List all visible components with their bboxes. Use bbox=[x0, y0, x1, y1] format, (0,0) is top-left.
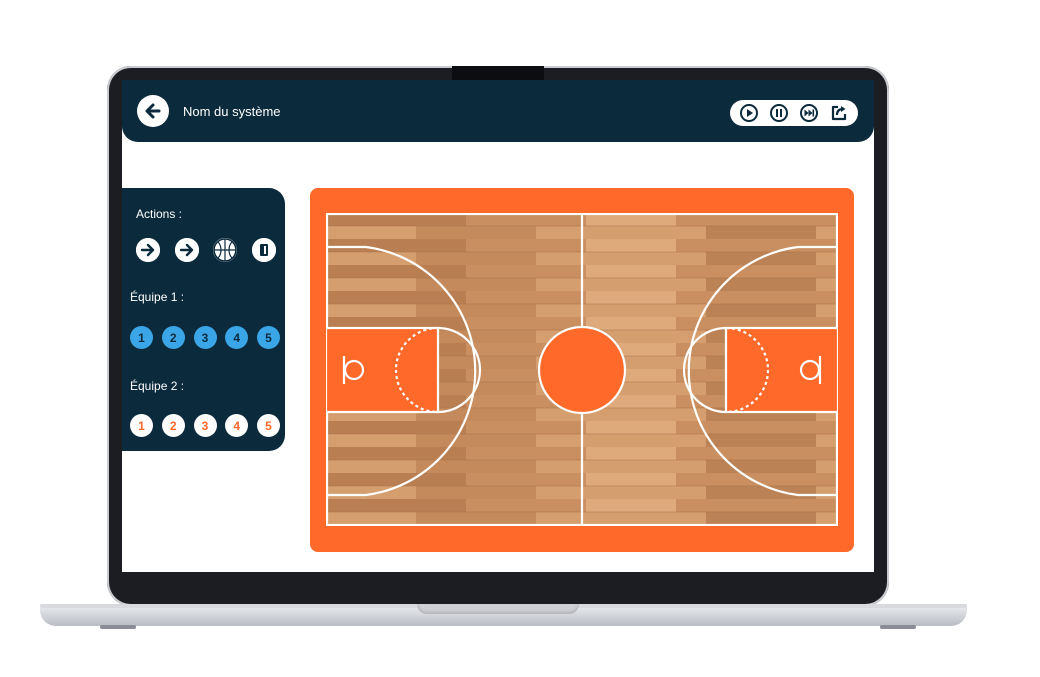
pause-icon bbox=[770, 104, 788, 122]
laptop-foot-left bbox=[100, 625, 136, 629]
arrow-right-icon bbox=[136, 238, 160, 262]
page-title: Nom du système bbox=[183, 104, 281, 119]
arrow-left-icon bbox=[145, 103, 161, 119]
top-bar: Nom du système bbox=[122, 80, 874, 142]
team1-player-2[interactable]: 2 bbox=[161, 326, 185, 349]
sidebar: Actions : Équipe 1: 1 2 3 4 5 Équipe 2 … bbox=[122, 188, 285, 451]
fast-forward-button[interactable] bbox=[798, 102, 820, 124]
team1-player-3[interactable]: 3 bbox=[193, 326, 217, 349]
team1-label: Équipe 1 : bbox=[130, 290, 185, 304]
app-screen: Nom du système Actions: Équipe 1: 1 2 … bbox=[122, 80, 874, 572]
action-arrow-button[interactable] bbox=[136, 238, 160, 262]
playback-controls bbox=[730, 100, 858, 126]
actions-label: Actions : bbox=[136, 207, 183, 221]
basketball-icon bbox=[213, 238, 238, 262]
share-button[interactable] bbox=[828, 102, 850, 124]
laptop-base-notch bbox=[417, 604, 579, 614]
basketball-court[interactable] bbox=[326, 213, 838, 526]
action-pass-button[interactable] bbox=[174, 238, 199, 262]
fast-forward-icon bbox=[800, 104, 818, 122]
left-key bbox=[326, 326, 440, 414]
team2-player-5[interactable]: 5 bbox=[257, 414, 280, 437]
share-icon bbox=[831, 105, 847, 121]
play-button[interactable] bbox=[738, 102, 760, 124]
team2-player-4[interactable]: 4 bbox=[225, 414, 249, 437]
arrow-right-icon bbox=[174, 238, 199, 262]
right-key bbox=[724, 326, 838, 414]
team1-player-4[interactable]: 4 bbox=[225, 326, 249, 349]
action-ball-button[interactable] bbox=[213, 238, 238, 262]
action-screen-button[interactable] bbox=[251, 238, 276, 262]
team2-player-1[interactable]: 1 bbox=[130, 414, 153, 437]
team2-player-3[interactable]: 3 bbox=[193, 414, 217, 437]
team2-label: Équipe 2 : bbox=[130, 379, 185, 393]
back-button[interactable] bbox=[137, 95, 169, 127]
team1-players: 1 2 3 4 5 bbox=[130, 326, 280, 349]
team1-player-5[interactable]: 5 bbox=[257, 326, 280, 349]
play-icon bbox=[740, 104, 758, 122]
screen-block-icon bbox=[251, 238, 276, 262]
laptop-foot-right bbox=[880, 625, 916, 629]
team2-players: 1 2 3 4 5 bbox=[130, 414, 280, 437]
actions-row bbox=[136, 238, 276, 262]
pause-button[interactable] bbox=[768, 102, 790, 124]
court-area[interactable] bbox=[310, 188, 854, 552]
team1-player-1[interactable]: 1 bbox=[130, 326, 153, 349]
team2-player-2[interactable]: 2 bbox=[161, 414, 185, 437]
center-circle bbox=[537, 325, 627, 415]
